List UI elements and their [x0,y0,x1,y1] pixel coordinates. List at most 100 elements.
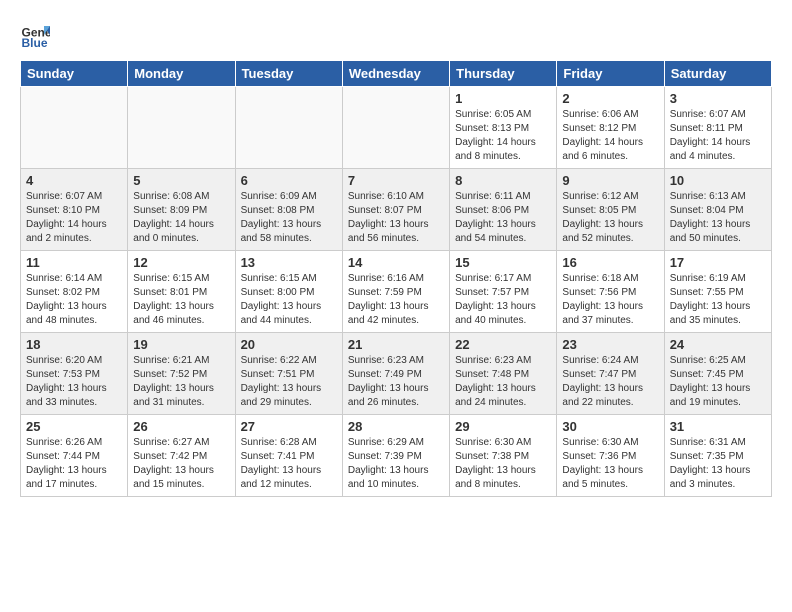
day-number: 11 [26,255,122,270]
day-header-tuesday: Tuesday [235,61,342,87]
day-cell: 25 Sunrise: 6:26 AM Sunset: 7:44 PM Dayli… [21,415,128,497]
day-cell: 11 Sunrise: 6:14 AM Sunset: 8:02 PM Dayli… [21,251,128,333]
day-info: Sunrise: 6:05 AM Sunset: 8:13 PM Dayligh… [455,108,551,164]
day-info: Sunrise: 6:09 AM Sunset: 8:08 PM Dayligh… [241,190,337,246]
day-number: 21 [348,337,444,352]
day-cell: 16 Sunrise: 6:18 AM Sunset: 7:56 PM Dayli… [557,251,664,333]
day-cell: 19 Sunrise: 6:21 AM Sunset: 7:52 PM Dayli… [128,333,235,415]
day-info: Sunrise: 6:27 AM Sunset: 7:42 PM Dayligh… [133,436,229,492]
empty-cell [21,87,128,169]
calendar-week-row: 18 Sunrise: 6:20 AM Sunset: 7:53 PM Dayli… [21,333,772,415]
day-number: 8 [455,173,551,188]
logo-icon: General Blue [20,20,50,50]
day-cell: 2 Sunrise: 6:06 AM Sunset: 8:12 PM Daylig… [557,87,664,169]
day-header-saturday: Saturday [664,61,771,87]
day-info: Sunrise: 6:07 AM Sunset: 8:10 PM Dayligh… [26,190,122,246]
day-number: 9 [562,173,658,188]
day-number: 23 [562,337,658,352]
day-cell: 8Sunrise: 6:11 AM Sunset: 8:06 PM Daylig… [450,169,557,251]
day-info: Sunrise: 6:15 AM Sunset: 8:00 PM Dayligh… [241,272,337,328]
day-header-wednesday: Wednesday [342,61,449,87]
day-header-friday: Friday [557,61,664,87]
calendar-week-row: 1 Sunrise: 6:05 AM Sunset: 8:13 PM Daylig… [21,87,772,169]
day-cell: 3 Sunrise: 6:07 AM Sunset: 8:11 PM Daylig… [664,87,771,169]
page-header: General Blue [20,20,772,50]
day-number: 24 [670,337,766,352]
day-info: Sunrise: 6:26 AM Sunset: 7:44 PM Dayligh… [26,436,122,492]
day-number: 4 [26,173,122,188]
day-cell: 23 Sunrise: 6:24 AM Sunset: 7:47 PM Dayli… [557,333,664,415]
day-number: 16 [562,255,658,270]
day-number: 19 [133,337,229,352]
day-info: Sunrise: 6:30 AM Sunset: 7:38 PM Dayligh… [455,436,551,492]
day-info: Sunrise: 6:30 AM Sunset: 7:36 PM Dayligh… [562,436,658,492]
day-info: Sunrise: 6:07 AM Sunset: 8:11 PM Dayligh… [670,108,766,164]
day-info: Sunrise: 6:15 AM Sunset: 8:01 PM Dayligh… [133,272,229,328]
day-info: Sunrise: 6:31 AM Sunset: 7:35 PM Dayligh… [670,436,766,492]
calendar-week-row: 25 Sunrise: 6:26 AM Sunset: 7:44 PM Dayli… [21,415,772,497]
day-info: Sunrise: 6:14 AM Sunset: 8:02 PM Dayligh… [26,272,122,328]
day-cell: 6Sunrise: 6:09 AM Sunset: 8:08 PM Daylig… [235,169,342,251]
day-cell: 29Sunrise: 6:30 AM Sunset: 7:38 PM Dayli… [450,415,557,497]
day-number: 30 [562,419,658,434]
day-info: Sunrise: 6:20 AM Sunset: 7:53 PM Dayligh… [26,354,122,410]
day-number: 13 [241,255,337,270]
day-info: Sunrise: 6:06 AM Sunset: 8:12 PM Dayligh… [562,108,658,164]
day-number: 31 [670,419,766,434]
day-cell: 27Sunrise: 6:28 AM Sunset: 7:41 PM Dayli… [235,415,342,497]
day-info: Sunrise: 6:22 AM Sunset: 7:51 PM Dayligh… [241,354,337,410]
day-info: Sunrise: 6:29 AM Sunset: 7:39 PM Dayligh… [348,436,444,492]
day-info: Sunrise: 6:08 AM Sunset: 8:09 PM Dayligh… [133,190,229,246]
day-cell: 15 Sunrise: 6:17 AM Sunset: 7:57 PM Dayli… [450,251,557,333]
day-info: Sunrise: 6:21 AM Sunset: 7:52 PM Dayligh… [133,354,229,410]
day-info: Sunrise: 6:19 AM Sunset: 7:55 PM Dayligh… [670,272,766,328]
day-cell: 24 Sunrise: 6:25 AM Sunset: 7:45 PM Dayli… [664,333,771,415]
day-number: 3 [670,91,766,106]
day-info: Sunrise: 6:13 AM Sunset: 8:04 PM Dayligh… [670,190,766,246]
day-number: 17 [670,255,766,270]
day-number: 7 [348,173,444,188]
day-number: 1 [455,91,551,106]
calendar-table: SundayMondayTuesdayWednesdayThursdayFrid… [20,60,772,497]
empty-cell [128,87,235,169]
day-cell: 5 Sunrise: 6:08 AM Sunset: 8:09 PM Daylig… [128,169,235,251]
day-info: Sunrise: 6:12 AM Sunset: 8:05 PM Dayligh… [562,190,658,246]
day-cell: 4 Sunrise: 6:07 AM Sunset: 8:10 PM Daylig… [21,169,128,251]
day-cell: 28 Sunrise: 6:29 AM Sunset: 7:39 PM Dayli… [342,415,449,497]
day-cell: 14 Sunrise: 6:16 AM Sunset: 7:59 PM Dayli… [342,251,449,333]
day-number: 15 [455,255,551,270]
day-cell: 26 Sunrise: 6:27 AM Sunset: 7:42 PM Dayli… [128,415,235,497]
day-info: Sunrise: 6:23 AM Sunset: 7:49 PM Dayligh… [348,354,444,410]
day-info: Sunrise: 6:17 AM Sunset: 7:57 PM Dayligh… [455,272,551,328]
day-number: 28 [348,419,444,434]
day-number: 2 [562,91,658,106]
empty-cell [342,87,449,169]
day-number: 25 [26,419,122,434]
day-info: Sunrise: 6:24 AM Sunset: 7:47 PM Dayligh… [562,354,658,410]
day-number: 10 [670,173,766,188]
day-cell: 1 Sunrise: 6:05 AM Sunset: 8:13 PM Daylig… [450,87,557,169]
day-header-sunday: Sunday [21,61,128,87]
day-number: 14 [348,255,444,270]
calendar-header-row: SundayMondayTuesdayWednesdayThursdayFrid… [21,61,772,87]
day-info: Sunrise: 6:25 AM Sunset: 7:45 PM Dayligh… [670,354,766,410]
day-cell: 13 Sunrise: 6:15 AM Sunset: 8:00 PM Dayli… [235,251,342,333]
svg-text:Blue: Blue [22,36,48,50]
day-cell: 10 Sunrise: 6:13 AM Sunset: 8:04 PM Dayli… [664,169,771,251]
day-info: Sunrise: 6:18 AM Sunset: 7:56 PM Dayligh… [562,272,658,328]
day-number: 26 [133,419,229,434]
logo: General Blue [20,20,54,50]
calendar-week-row: 11 Sunrise: 6:14 AM Sunset: 8:02 PM Dayli… [21,251,772,333]
day-info: Sunrise: 6:10 AM Sunset: 8:07 PM Dayligh… [348,190,444,246]
day-cell: 20Sunrise: 6:22 AM Sunset: 7:51 PM Dayli… [235,333,342,415]
day-number: 12 [133,255,229,270]
calendar-week-row: 4 Sunrise: 6:07 AM Sunset: 8:10 PM Daylig… [21,169,772,251]
day-cell: 22Sunrise: 6:23 AM Sunset: 7:48 PM Dayli… [450,333,557,415]
day-cell: 30 Sunrise: 6:30 AM Sunset: 7:36 PM Dayli… [557,415,664,497]
day-number: 5 [133,173,229,188]
day-number: 22 [455,337,551,352]
day-info: Sunrise: 6:16 AM Sunset: 7:59 PM Dayligh… [348,272,444,328]
day-cell: 12 Sunrise: 6:15 AM Sunset: 8:01 PM Dayli… [128,251,235,333]
day-header-thursday: Thursday [450,61,557,87]
day-number: 18 [26,337,122,352]
